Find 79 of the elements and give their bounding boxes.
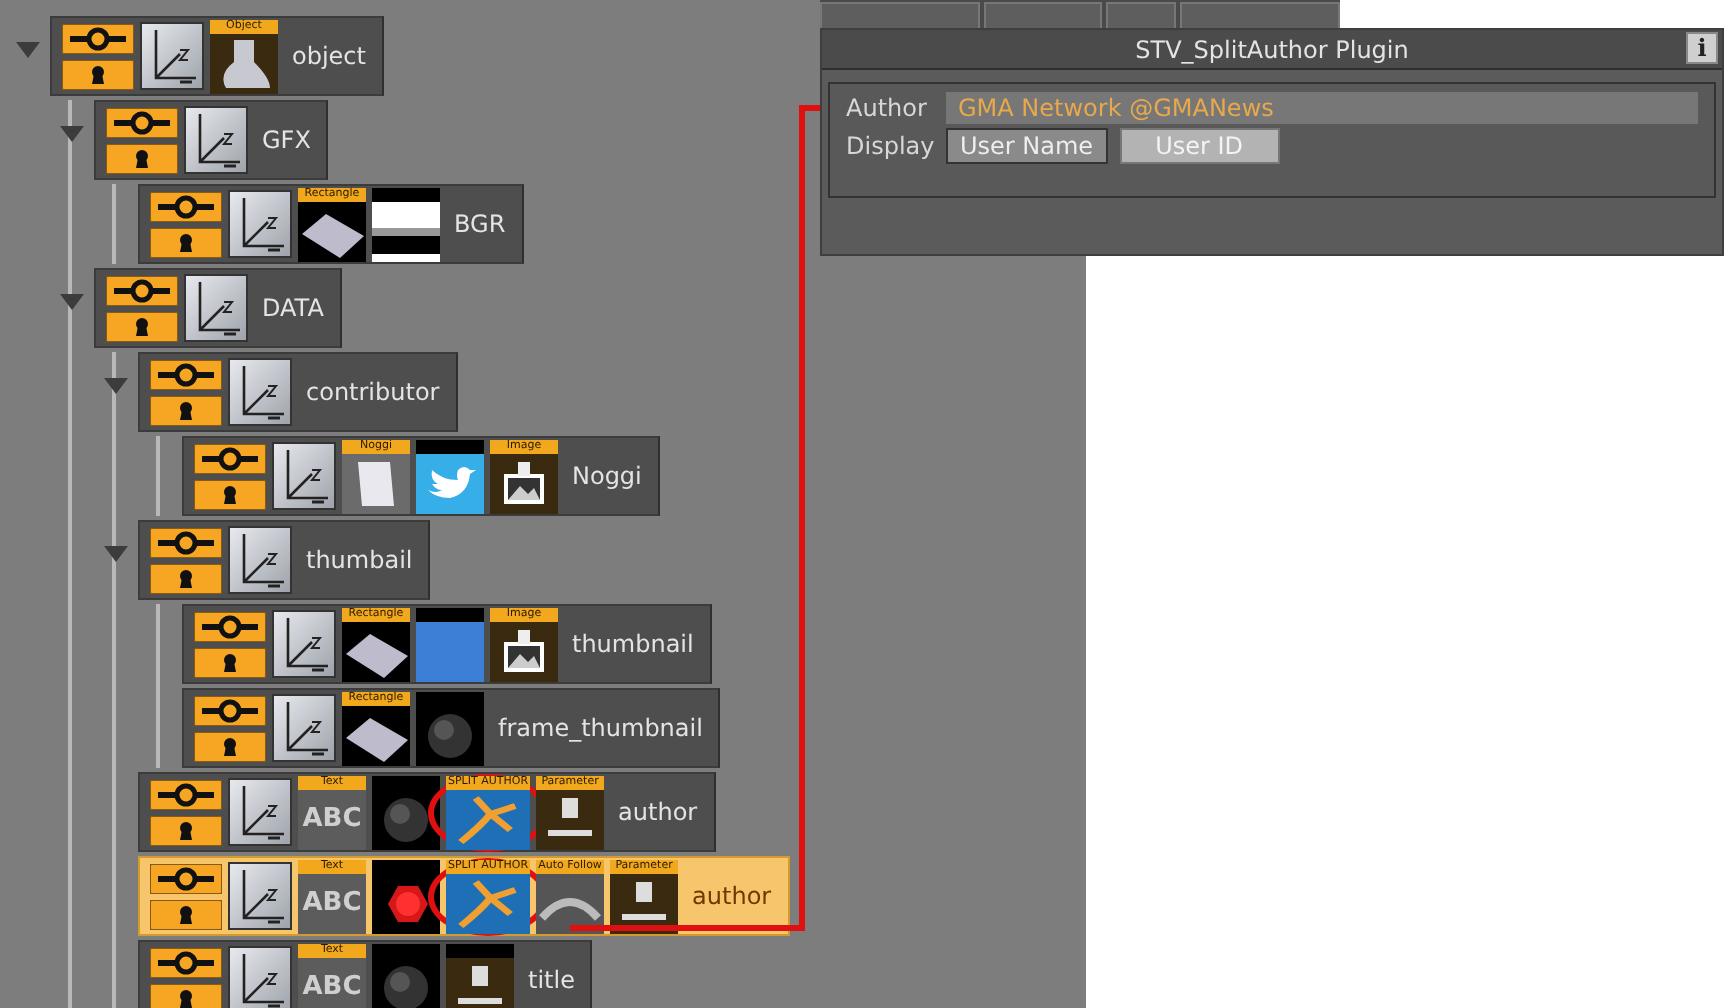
gradient-thumbnail[interactable]: [372, 187, 440, 261]
keyhole-toggle-icon[interactable]: [194, 647, 266, 677]
eye-toggle-icon[interactable]: [106, 275, 178, 305]
node-name: object: [292, 42, 366, 70]
axis-icon[interactable]: [272, 442, 336, 510]
node-name: frame_thumbnail: [498, 714, 703, 742]
photo-placeholder: [416, 621, 484, 681]
slab-icon: [342, 621, 410, 681]
node-name: author: [692, 882, 772, 910]
node-name: title: [528, 966, 575, 994]
panel-title: STV_SplitAuthor Plugin: [1135, 35, 1409, 63]
bird-thumbnail[interactable]: [416, 439, 484, 513]
node-name: author: [618, 798, 698, 826]
abc-preview-text: ABC: [302, 805, 362, 833]
fork-icon: [446, 873, 531, 933]
node-name: DATA: [262, 294, 324, 322]
scene-node[interactable]: thumbail: [138, 520, 431, 600]
axis-icon[interactable]: [228, 946, 292, 1008]
keyhole-toggle-icon[interactable]: [150, 899, 222, 929]
axis-icon[interactable]: [184, 106, 248, 174]
keyhole-toggle-icon[interactable]: [150, 395, 222, 425]
keyhole-toggle-icon[interactable]: [62, 59, 134, 89]
display-label: Display: [846, 132, 934, 160]
eye-toggle-icon[interactable]: [106, 107, 178, 137]
keyhole-toggle-icon[interactable]: [150, 227, 222, 257]
eye-toggle-icon[interactable]: [150, 779, 222, 809]
node-name: thumbail: [306, 546, 413, 574]
picture-icon: [490, 453, 558, 513]
eye-toggle-icon[interactable]: [194, 611, 266, 641]
abc-preview-text: ABC: [302, 889, 362, 917]
node-name: BGR: [454, 210, 506, 238]
keyhole-toggle-icon[interactable]: [194, 731, 266, 761]
node-name: thumbnail: [572, 630, 694, 658]
bird-icon: [416, 453, 484, 513]
axis-icon[interactable]: [228, 526, 292, 594]
shoe-icon: [210, 33, 278, 93]
slider-icon: [536, 789, 605, 849]
arc-icon: [536, 873, 605, 933]
eye-toggle-icon[interactable]: [150, 527, 222, 557]
picture-icon: [490, 621, 558, 681]
slider-icon: [446, 957, 514, 1008]
slab-icon: [298, 201, 366, 261]
keyhole-toggle-icon[interactable]: [106, 311, 178, 341]
sphere-thumbnail[interactable]: [372, 943, 440, 1008]
eye-toggle-icon[interactable]: [194, 695, 266, 725]
eye-toggle-icon[interactable]: [150, 191, 222, 221]
scene-node[interactable]: contributor: [138, 352, 458, 432]
axis-icon[interactable]: [228, 778, 292, 846]
gradient-icon: [372, 201, 440, 261]
scene-node[interactable]: DATA: [94, 268, 342, 348]
eye-toggle-icon[interactable]: [150, 863, 222, 893]
scene-node[interactable]: GFX: [94, 100, 329, 180]
axis-icon[interactable]: [272, 610, 336, 678]
eye-toggle-icon[interactable]: [62, 23, 134, 53]
axis-icon[interactable]: [272, 694, 336, 762]
node-name: Noggi: [572, 462, 642, 490]
eye-toggle-icon[interactable]: [194, 443, 266, 473]
paper-icon: [342, 453, 410, 513]
axis-icon[interactable]: [228, 862, 292, 930]
slab-icon: [342, 705, 410, 765]
node-name: contributor: [306, 378, 440, 406]
abc-preview-text: ABC: [302, 973, 362, 1001]
keyhole-toggle-icon[interactable]: [150, 563, 222, 593]
keyhole-toggle-icon[interactable]: [150, 815, 222, 845]
eye-toggle-icon[interactable]: [150, 947, 222, 977]
fork-icon: [446, 789, 531, 849]
author-label: Author: [846, 94, 929, 122]
node-name: GFX: [262, 126, 311, 154]
axis-icon[interactable]: [228, 358, 292, 426]
info-button[interactable]: i: [1686, 32, 1718, 64]
axis-icon[interactable]: [184, 274, 248, 342]
keyhole-toggle-icon[interactable]: [106, 143, 178, 173]
axis-icon[interactable]: [140, 22, 204, 90]
eye-toggle-icon[interactable]: [150, 359, 222, 389]
keyhole-toggle-icon[interactable]: [194, 479, 266, 509]
parameter-thumbnail[interactable]: [446, 943, 514, 1008]
keyhole-toggle-icon[interactable]: [150, 983, 222, 1008]
axis-icon[interactable]: [228, 190, 292, 258]
photo-thumbnail[interactable]: [416, 607, 484, 681]
